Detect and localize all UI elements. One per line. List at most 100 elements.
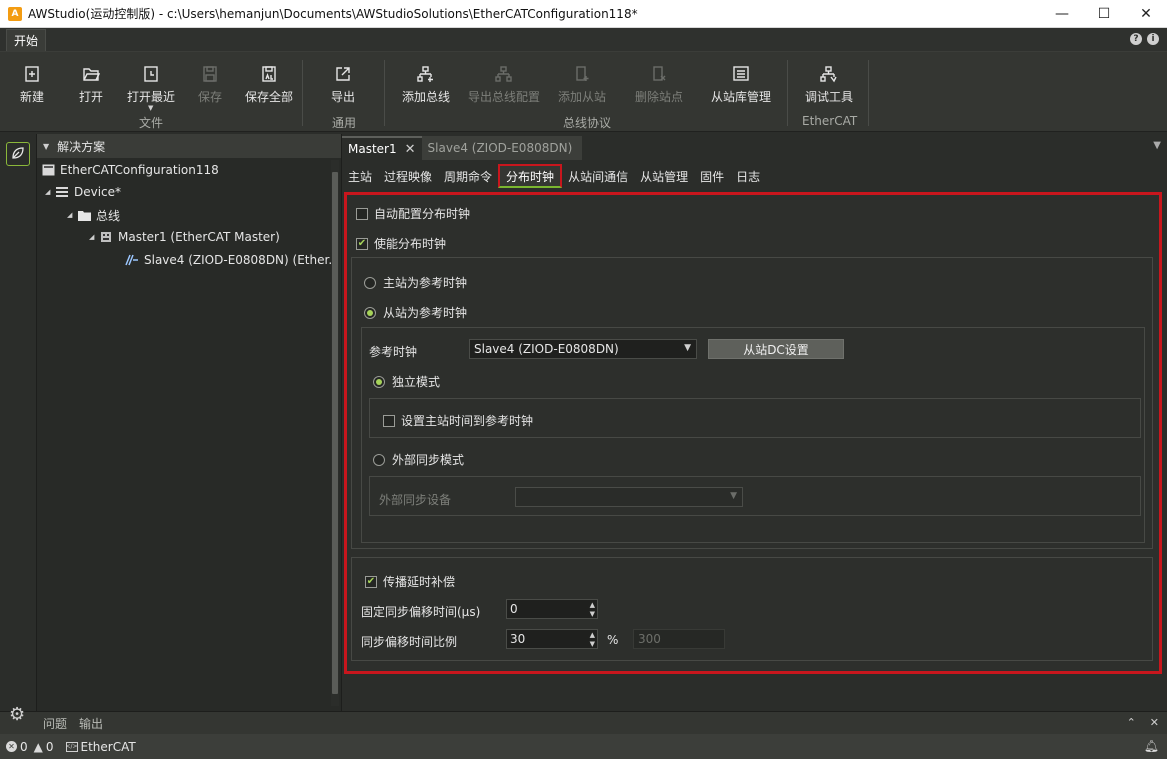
export-bus-config-icon bbox=[494, 64, 514, 84]
subtab-firmware[interactable]: 固件 bbox=[694, 164, 730, 188]
close-tab-icon[interactable]: ✕ bbox=[405, 142, 416, 157]
ref-clock-select[interactable]: Slave4 (ZIOD-E0808DN) ▼ bbox=[469, 339, 697, 359]
auto-config-dc-label: 自动配置分布时钟 bbox=[374, 207, 471, 221]
explorer-header[interactable]: ▼ 解决方案 bbox=[37, 134, 341, 158]
tab-problems[interactable]: 问题 bbox=[43, 715, 67, 732]
save-all-label: 保存全部 bbox=[244, 90, 293, 104]
warning-icon: ▲ bbox=[33, 739, 43, 754]
offset-ratio-label: 同步偏移时间比例 bbox=[361, 635, 458, 649]
add-slave-button[interactable]: 添加从站 bbox=[554, 64, 610, 108]
close-panel-icon[interactable]: ✕ bbox=[1150, 716, 1159, 729]
slave-library-button[interactable]: 从站库管理 bbox=[708, 64, 774, 108]
master-icon bbox=[99, 231, 113, 243]
delete-slave-button[interactable]: 删除站点 bbox=[631, 64, 687, 108]
open-button[interactable]: 打开 bbox=[63, 64, 119, 108]
doc-tab-slave4[interactable]: Slave4 (ZIOD-E0808DN) bbox=[421, 136, 582, 160]
distributed-clock-panel: 自动配置分布时钟 ✔ 使能分布时钟 主站为参考时钟 从站为参考时钟 参考时钟 S… bbox=[344, 192, 1162, 674]
export-button[interactable]: 导出 bbox=[315, 64, 371, 108]
open-recent-button[interactable]: 打开最近 bbox=[122, 64, 180, 108]
ribbon-tab-start[interactable]: 开始 bbox=[6, 29, 47, 51]
tab-output[interactable]: 输出 bbox=[79, 715, 103, 732]
help-icon[interactable]: ? bbox=[1130, 33, 1142, 45]
independent-mode-radio[interactable]: 独立模式 bbox=[373, 373, 440, 390]
chevron-up-icon[interactable]: ⌃ bbox=[1127, 716, 1136, 729]
new-label: 新建 bbox=[19, 90, 44, 104]
independent-mode-label: 独立模式 bbox=[392, 375, 441, 389]
delete-slave-label: 删除站点 bbox=[634, 90, 683, 104]
notification-bell-icon[interactable]: 🔔︎ bbox=[1144, 739, 1159, 753]
checkbox-box bbox=[383, 414, 395, 427]
enable-dc-checkbox[interactable]: ✔ 使能分布时钟 bbox=[356, 235, 446, 252]
export-bus-config-button[interactable]: 导出总线配置 bbox=[468, 64, 540, 108]
minimize-button[interactable]: — bbox=[1041, 0, 1083, 28]
external-sync-device-select[interactable]: ▼ bbox=[515, 487, 743, 507]
new-button[interactable]: 新建 bbox=[4, 64, 60, 108]
radio-dot bbox=[373, 453, 385, 466]
fixed-offset-value: 0 bbox=[510, 602, 518, 616]
ref-clock-value: Slave4 (ZIOD-E0808DN) bbox=[474, 342, 619, 356]
tree-label-solution: EtherCATConfiguration118 bbox=[60, 163, 219, 177]
status-bar: ✕ 0 ▲ 0 </> EtherCAT 🔔︎ bbox=[0, 734, 1167, 759]
device-icon bbox=[55, 186, 69, 198]
tree-label-master: Master1 (EtherCAT Master) bbox=[118, 230, 280, 244]
chevron-down-icon: ▼ bbox=[730, 491, 737, 501]
set-master-time-checkbox[interactable]: 设置主站时间到参考时钟 bbox=[383, 412, 533, 429]
add-slave-label: 添加从站 bbox=[557, 90, 606, 104]
tree-item-slave[interactable]: Slave4 (ZIOD-E0808DN) (Ether... bbox=[125, 249, 340, 271]
subtab-master[interactable]: 主站 bbox=[342, 164, 378, 188]
debug-tool-button[interactable]: 调试工具 bbox=[801, 64, 857, 108]
fixed-offset-spinbox[interactable]: 0 ▲ ▼ bbox=[506, 599, 598, 619]
radio-dot bbox=[364, 306, 376, 319]
slave-ref-clock-radio[interactable]: 从站为参考时钟 bbox=[364, 304, 467, 321]
save-button[interactable]: 保存 bbox=[182, 64, 238, 108]
add-bus-button[interactable]: 添加总线 bbox=[398, 64, 454, 108]
subtab-slave-management[interactable]: 从站管理 bbox=[634, 164, 694, 188]
subtab-distributed-clock[interactable]: 分布时钟 bbox=[498, 164, 563, 188]
fixed-offset-label: 固定同步偏移时间(µs) bbox=[361, 605, 481, 619]
scrollbar-thumb[interactable] bbox=[332, 172, 338, 694]
ribbon-separator bbox=[302, 60, 303, 126]
subtab-process-image[interactable]: 过程映像 bbox=[378, 164, 438, 188]
save-all-button[interactable]: 保存全部 bbox=[241, 64, 297, 108]
doc-tab-master1[interactable]: Master1 ✕ bbox=[342, 136, 422, 160]
info-icon[interactable]: i bbox=[1147, 33, 1159, 45]
ethercat-icon: </> bbox=[65, 741, 78, 752]
tree-item-solution[interactable]: EtherCATConfiguration118 bbox=[41, 159, 219, 181]
checkbox-box bbox=[356, 207, 368, 220]
aw-logo-icon: A bbox=[8, 6, 22, 21]
gear-icon[interactable]: ⚙ bbox=[9, 704, 25, 725]
tree-item-bus[interactable]: ◢ 总线 bbox=[67, 204, 120, 226]
tree-item-master[interactable]: ◢ Master1 (EtherCAT Master) bbox=[89, 226, 280, 248]
tab-overflow-icon[interactable]: ▼ bbox=[1153, 140, 1161, 151]
subtab-cyclic-commands[interactable]: 周期命令 bbox=[438, 164, 498, 188]
ref-clock-label: 参考时钟 bbox=[369, 345, 418, 359]
close-window-button[interactable]: ✕ bbox=[1125, 0, 1167, 28]
explorer-scrollbar[interactable] bbox=[331, 160, 339, 706]
export-label: 导出 bbox=[330, 90, 355, 104]
panel-controls: ⌃ ✕ bbox=[1127, 716, 1159, 729]
doc-tab-slave4-label: Slave4 (ZIOD-E0808DN) bbox=[427, 141, 573, 155]
spin-arrows-icon[interactable]: ▲ ▼ bbox=[590, 601, 595, 619]
solution-explorer-toggle[interactable] bbox=[6, 142, 30, 166]
tree-label-bus: 总线 bbox=[96, 208, 121, 223]
expand-arrow-icon: ◢ bbox=[67, 211, 73, 219]
group-label-bus-protocol: 总线协议 bbox=[563, 116, 612, 130]
subtab-log[interactable]: 日志 bbox=[730, 164, 766, 188]
mode-indicator: </> EtherCAT bbox=[65, 740, 135, 754]
error-count[interactable]: ✕ 0 bbox=[6, 740, 28, 754]
auto-config-dc-checkbox[interactable]: 自动配置分布时钟 bbox=[356, 205, 470, 222]
spin-arrows-icon[interactable]: ▲ ▼ bbox=[590, 631, 595, 649]
master-ref-clock-radio[interactable]: 主站为参考时钟 bbox=[364, 274, 467, 291]
offset-ratio-spinbox[interactable]: 30 ▲ ▼ bbox=[506, 629, 598, 649]
maximize-button[interactable]: ☐ bbox=[1083, 0, 1125, 28]
slave-dc-settings-button[interactable]: 从站DC设置 bbox=[708, 339, 844, 359]
subtab-slave-to-slave[interactable]: 从站间通信 bbox=[562, 164, 634, 188]
warning-count[interactable]: ▲ 0 bbox=[34, 740, 54, 754]
tree-label-slave: Slave4 (ZIOD-E0808DN) (Ether... bbox=[144, 253, 340, 267]
external-sync-mode-radio[interactable]: 外部同步模式 bbox=[373, 451, 464, 468]
export-bus-config-label: 导出总线配置 bbox=[468, 90, 541, 104]
checkmark-icon: ✔ bbox=[356, 237, 368, 250]
propagation-comp-checkbox[interactable]: ✔ 传播延时补偿 bbox=[365, 573, 455, 590]
tree-item-device[interactable]: ◢ Device* bbox=[45, 181, 121, 203]
chevron-down-icon: ▼ bbox=[684, 343, 691, 353]
